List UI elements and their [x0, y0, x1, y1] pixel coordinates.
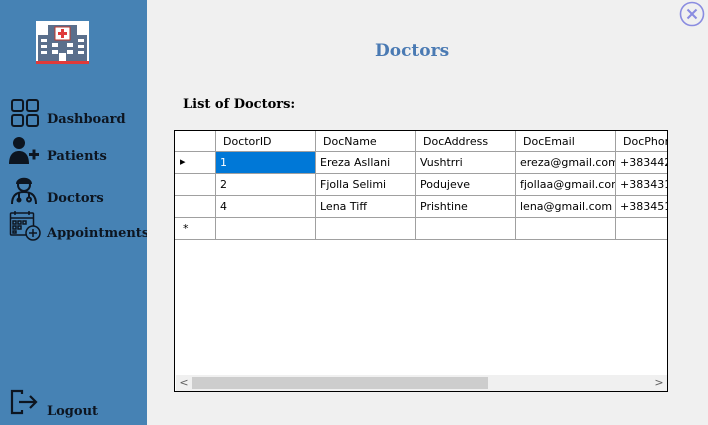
sidebar-item-patients[interactable]: Patients [0, 135, 147, 165]
table-cell[interactable]: 2 [216, 174, 316, 196]
table-cell[interactable] [616, 218, 667, 240]
current-row-icon: ▸ [180, 155, 186, 168]
table-cell[interactable]: +3834312 [616, 174, 667, 196]
table-cell[interactable]: Podujeve [416, 174, 516, 196]
table-cell[interactable]: 4 [216, 196, 316, 218]
dashboard-icon [11, 99, 39, 131]
new-row-icon: * [183, 222, 189, 235]
logout-icon [10, 389, 38, 419]
sidebar-item-doctors[interactable]: Doctors [0, 175, 147, 206]
sidebar-item-label: Appointments [47, 226, 150, 241]
logout-button[interactable]: Logout [0, 388, 147, 419]
doctor-icon [9, 175, 39, 209]
column-header-docphone[interactable]: DocPhon [616, 131, 667, 152]
sidebar-item-label: Dashboard [47, 112, 126, 127]
column-header-docaddress[interactable]: DocAddress [416, 131, 516, 152]
sidebar-item-label: Patients [47, 149, 107, 164]
column-header-doctorid[interactable]: DoctorID [216, 131, 316, 152]
table-cell[interactable]: fjollaa@gmail.com [516, 174, 616, 196]
close-icon [679, 1, 705, 27]
column-header-docemail[interactable]: DocEmail [516, 131, 616, 152]
sidebar: Dashboard Patients Doctors Appointments … [0, 0, 150, 425]
scroll-left-icon[interactable]: < [176, 375, 192, 391]
column-header-docname[interactable]: DocName [316, 131, 416, 152]
table-row[interactable]: 4 Lena Tiff Prishtine lena@gmail.com +38… [175, 196, 667, 218]
table-cell[interactable]: Prishtine [416, 196, 516, 218]
scrollbar-thumb[interactable] [192, 377, 488, 389]
new-row[interactable]: * [175, 218, 667, 240]
table-cell[interactable]: Lena Tiff [316, 196, 416, 218]
table-cell[interactable] [216, 218, 316, 240]
page-title: Doctors [375, 41, 450, 61]
close-button[interactable] [679, 1, 705, 27]
table-cell[interactable]: Fjolla Selimi [316, 174, 416, 196]
scroll-right-icon[interactable]: > [651, 375, 667, 391]
row-header[interactable] [175, 196, 216, 218]
calendar-icon [9, 210, 41, 246]
table-cell[interactable]: 1 [216, 152, 316, 174]
table-cell[interactable]: lena@gmail.com [516, 196, 616, 218]
row-header[interactable]: ▸ [175, 152, 216, 174]
row-header[interactable]: * [175, 218, 216, 240]
table-row[interactable]: ▸ 1 Ereza Asllani Vushtrri ereza@gmail.c… [175, 152, 667, 174]
table-cell[interactable]: +3834512 [616, 196, 667, 218]
table-cell[interactable]: ereza@gmail.com [516, 152, 616, 174]
add-user-icon [8, 136, 40, 170]
doctors-table[interactable]: DoctorID DocName DocAddress DocEmail Doc… [174, 130, 668, 392]
table-cell[interactable]: Ereza Asllani [316, 152, 416, 174]
sidebar-item-label: Doctors [47, 191, 104, 206]
sidebar-item-appointments[interactable]: Appointments [0, 210, 150, 241]
table-cell[interactable]: Vushtrri [416, 152, 516, 174]
logout-label: Logout [47, 404, 99, 419]
sidebar-item-dashboard[interactable]: Dashboard [0, 98, 147, 128]
table-cell[interactable] [516, 218, 616, 240]
table-cell[interactable] [316, 218, 416, 240]
table-row[interactable]: 2 Fjolla Selimi Podujeve fjollaa@gmail.c… [175, 174, 667, 196]
row-header-corner [175, 131, 216, 152]
horizontal-scrollbar[interactable]: < > [176, 375, 667, 391]
table-cell[interactable] [416, 218, 516, 240]
list-label: List of Doctors: [183, 97, 296, 112]
table-header: DoctorID DocName DocAddress DocEmail Doc… [175, 131, 667, 152]
row-header[interactable] [175, 174, 216, 196]
table-cell[interactable]: +3834426 [616, 152, 667, 174]
